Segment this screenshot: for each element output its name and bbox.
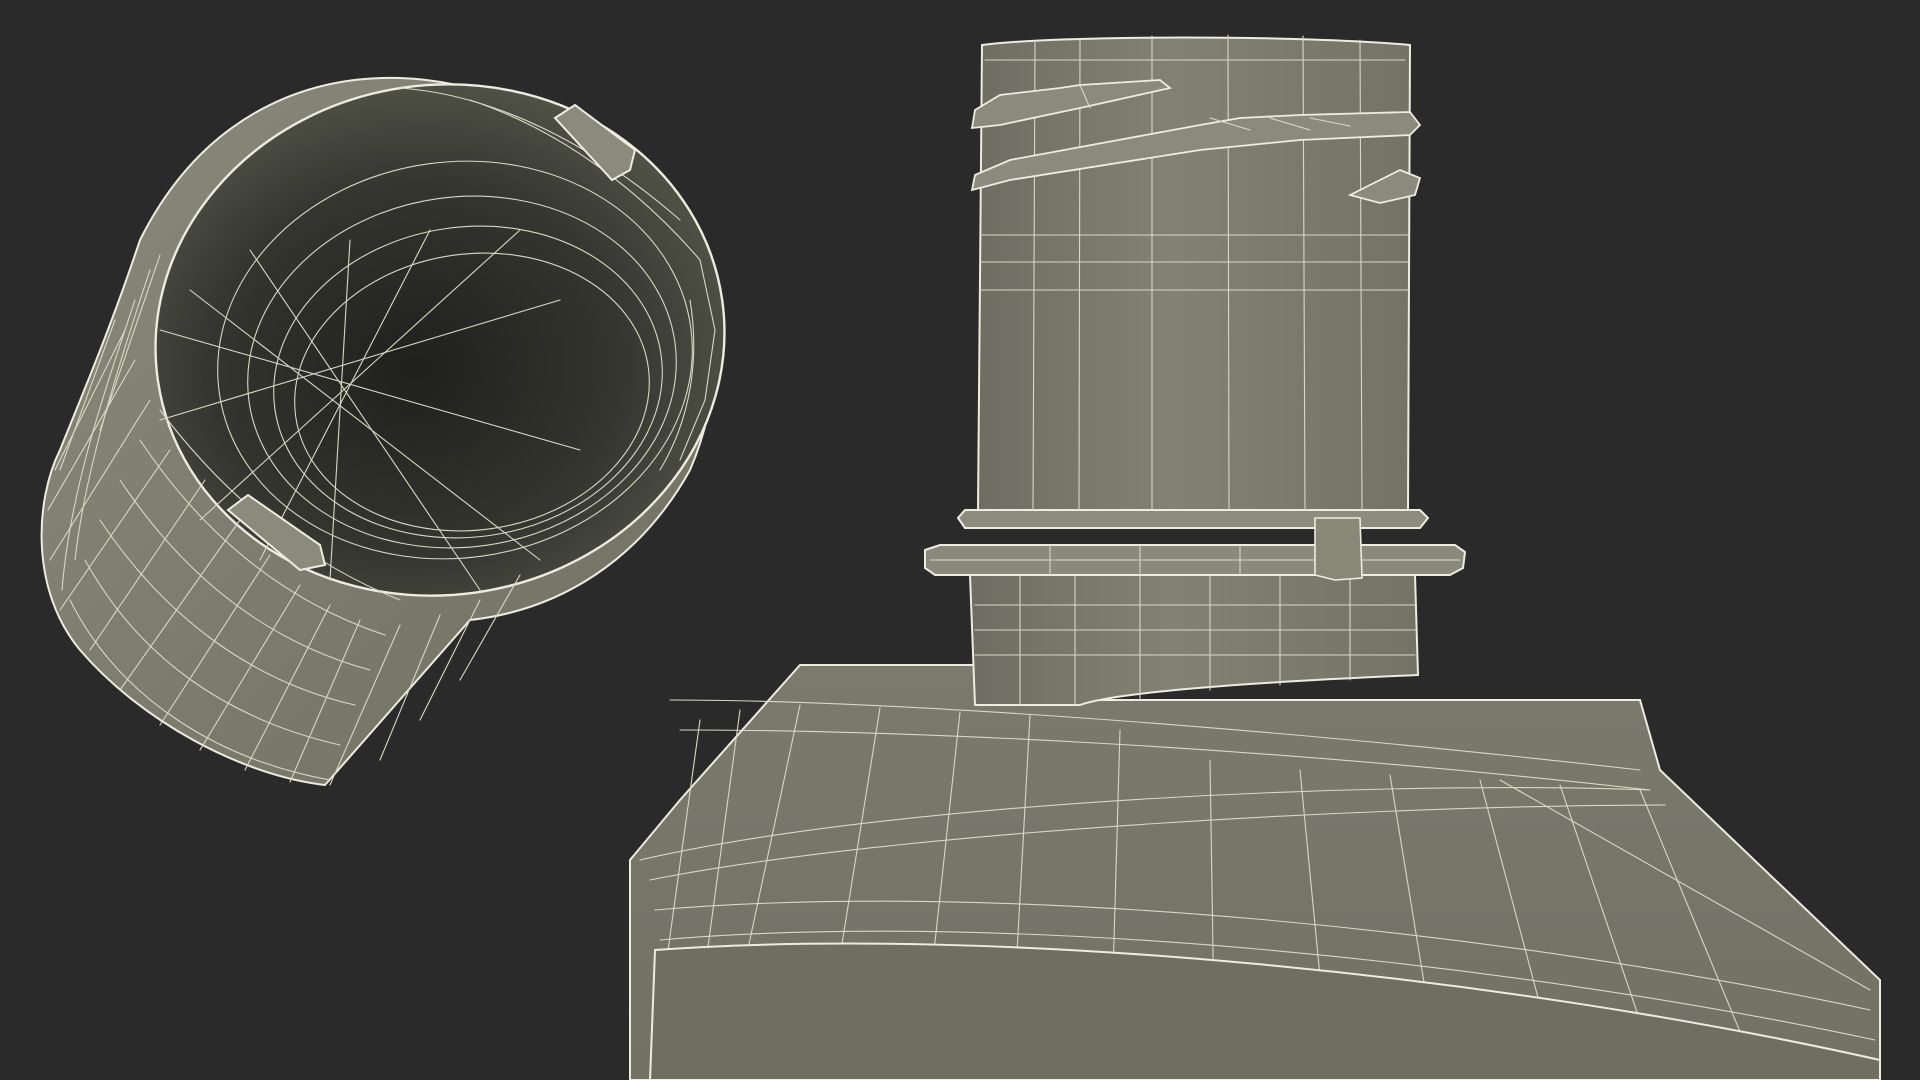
render-viewport: [0, 0, 1920, 1080]
bottle-cap: [40, 76, 726, 787]
bottle-flange-tab: [1314, 517, 1363, 581]
bottle-lower-neck: [968, 574, 1420, 706]
bottle: [629, 34, 1881, 1080]
wireframe-render: [40, 34, 1881, 1080]
